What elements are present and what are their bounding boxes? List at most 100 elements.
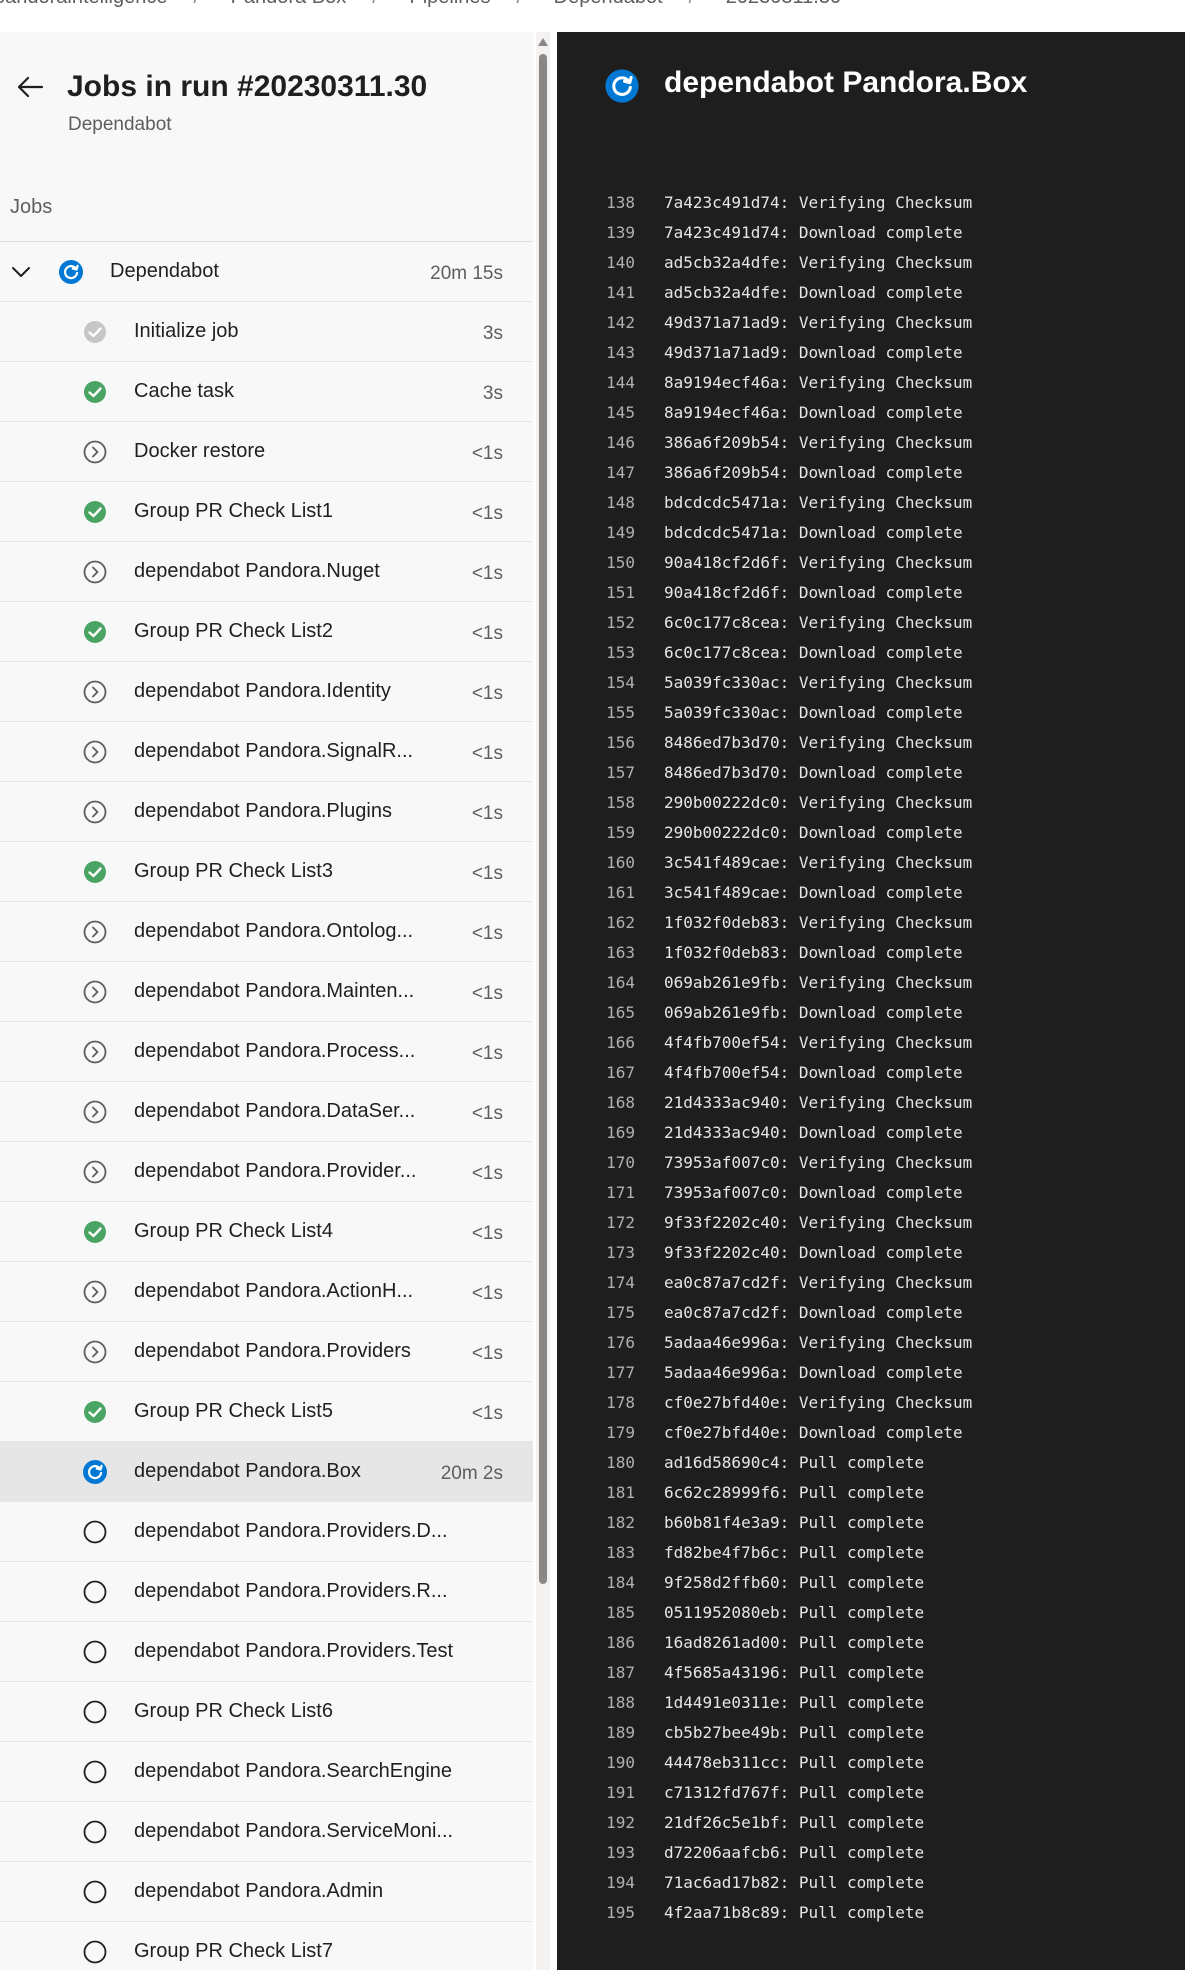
log-line-number: 169 <box>606 1123 635 1142</box>
chevron-down-icon[interactable] <box>10 261 32 283</box>
log-line-number: 151 <box>606 583 635 602</box>
job-row[interactable]: dependabot Pandora.Process... <1s <box>0 1022 533 1082</box>
log-line-number: 185 <box>606 1603 635 1622</box>
log-line: 139 7a423c491d74: Download complete <box>557 218 1185 248</box>
job-row[interactable]: Group PR Check List3 <1s <box>0 842 533 902</box>
job-row[interactable]: Initialize job 3s <box>0 302 533 362</box>
log-line: 143 49d371a71ad9: Download complete <box>557 338 1185 368</box>
job-name: Initialize job <box>134 320 239 342</box>
stage-row[interactable]: Dependabot 20m 15s <box>0 242 533 302</box>
log-line-text: 21df26c5e1bf: Pull complete <box>664 1813 925 1832</box>
chevron-circle-icon <box>82 979 108 1005</box>
log-line: 182 b60b81f4e3a9: Pull complete <box>557 1508 1185 1538</box>
log-line: 150 90a418cf2d6f: Verifying Checksum <box>557 548 1185 578</box>
job-row[interactable]: Group PR Check List4 <1s <box>0 1202 533 1262</box>
log-line-text: 0511952080eb: Pull complete <box>664 1603 925 1622</box>
log-line-number: 171 <box>606 1183 635 1202</box>
jobs-section-label: Jobs <box>10 196 53 218</box>
log-line: 158 290b00222dc0: Verifying Checksum <box>557 788 1185 818</box>
job-row[interactable]: dependabot Pandora.Providers.R... <box>0 1562 533 1622</box>
breadcrumb-item[interactable]: pandoraintelligence <box>0 0 167 8</box>
log-line-number: 149 <box>606 523 635 542</box>
log-line: 144 8a9194ecf46a: Verifying Checksum <box>557 368 1185 398</box>
running-circle-icon <box>604 68 640 104</box>
job-duration: <1s <box>471 803 503 824</box>
log-line: 183 fd82be4f7b6c: Pull complete <box>557 1538 1185 1568</box>
breadcrumb-item[interactable]: Pandora Box <box>231 0 347 8</box>
log-line-text: 9f258d2ffb60: Pull complete <box>664 1573 925 1592</box>
job-row[interactable]: dependabot Pandora.Nuget <1s <box>0 542 533 602</box>
log-line-number: 182 <box>606 1513 635 1532</box>
job-row[interactable]: dependabot Pandora.SearchEngine <box>0 1742 533 1802</box>
log-line-number: 193 <box>606 1843 635 1862</box>
log-line-text: 4f4fb700ef54: Verifying Checksum <box>664 1033 973 1052</box>
job-row[interactable]: dependabot Pandora.Identity <1s <box>0 662 533 722</box>
log-line-text: 4f4fb700ef54: Download complete <box>664 1063 963 1082</box>
job-row[interactable]: dependabot Pandora.DataSer... <1s <box>0 1082 533 1142</box>
log-line-number: 180 <box>606 1453 635 1472</box>
log-line-text: fd82be4f7b6c: Pull complete <box>664 1543 925 1562</box>
job-row[interactable]: dependabot Pandora.SignalR... <1s <box>0 722 533 782</box>
log-line-text: 1d4491e0311e: Pull complete <box>664 1693 925 1712</box>
job-name: dependabot Pandora.Providers.R... <box>134 1580 448 1602</box>
job-row[interactable]: dependabot Pandora.Mainten... <1s <box>0 962 533 1022</box>
job-row[interactable]: dependabot Pandora.Admin <box>0 1862 533 1922</box>
job-row[interactable]: dependabot Pandora.ServiceMoni... <box>0 1802 533 1862</box>
log-line-text: ea0c87a7cd2f: Download complete <box>664 1303 963 1322</box>
job-row[interactable]: Group PR Check List1 <1s <box>0 482 533 542</box>
check-circle-icon <box>82 1399 108 1425</box>
job-name: dependabot Pandora.Identity <box>134 680 391 702</box>
log-line-number: 138 <box>606 193 635 212</box>
log-line: 164 069ab261e9fb: Verifying Checksum <box>557 968 1185 998</box>
breadcrumb-item[interactable]: 20230311.30 <box>726 0 841 8</box>
job-row[interactable]: Group PR Check List5 <1s <box>0 1382 533 1442</box>
log-line-number: 179 <box>606 1423 635 1442</box>
log-output[interactable]: 138 7a423c491d74: Verifying Checksum 139 7a… <box>557 188 1185 1928</box>
log-line: 161 3c541f489cae: Download complete <box>557 878 1185 908</box>
log-line: 190 44478eb311cc: Pull complete <box>557 1748 1185 1778</box>
log-line-text: 21d4333ac940: Download complete <box>664 1123 963 1142</box>
job-row[interactable]: dependabot Pandora.Providers.D... <box>0 1502 533 1562</box>
job-row[interactable]: dependabot Pandora.Providers.Test <box>0 1622 533 1682</box>
log-line-text: 6c0c177c8cea: Verifying Checksum <box>664 613 973 632</box>
empty-circle-icon <box>82 1939 108 1965</box>
chevron-circle-icon <box>82 799 108 825</box>
job-row[interactable]: dependabot Pandora.ActionH... <1s <box>0 1262 533 1322</box>
log-line-text: c71312fd767f: Pull complete <box>664 1783 925 1802</box>
log-line: 142 49d371a71ad9: Verifying Checksum <box>557 308 1185 338</box>
log-line: 157 8486ed7b3d70: Download complete <box>557 758 1185 788</box>
job-row[interactable]: dependabot Pandora.Provider... <1s <box>0 1142 533 1202</box>
log-line-text: 290b00222dc0: Verifying Checksum <box>664 793 973 812</box>
breadcrumb-item[interactable]: Dependabot <box>554 0 663 8</box>
log-line-text: cf0e27bfd40e: Download complete <box>664 1423 963 1442</box>
job-row[interactable]: dependabot Pandora.Box 20m 2s <box>0 1442 533 1502</box>
job-row[interactable]: dependabot Pandora.Providers <1s <box>0 1322 533 1382</box>
job-row[interactable]: Group PR Check List2 <1s <box>0 602 533 662</box>
job-row[interactable]: Group PR Check List6 <box>0 1682 533 1742</box>
breadcrumb-item[interactable]: Pipelines <box>409 0 490 8</box>
job-row[interactable]: dependabot Pandora.Ontolog... <1s <box>0 902 533 962</box>
scrollbar-thumb[interactable] <box>539 54 547 1584</box>
check-circle-icon <box>82 1219 108 1245</box>
log-line-number: 145 <box>606 403 635 422</box>
scroll-up-arrow-icon[interactable] <box>538 38 548 46</box>
job-row[interactable]: Docker restore <1s <box>0 422 533 482</box>
chevron-circle-icon <box>82 679 108 705</box>
job-duration: <1s <box>471 1103 503 1124</box>
log-line-text: ad5cb32a4dfe: Download complete <box>664 283 963 302</box>
jobs-scrollbar[interactable] <box>536 32 550 1970</box>
job-name: Group PR Check List3 <box>134 860 333 882</box>
pipeline-name: Dependabot <box>68 114 172 135</box>
job-row[interactable]: Cache task 3s <box>0 362 533 422</box>
job-duration: <1s <box>471 683 503 704</box>
log-line: 173 9f33f2202c40: Download complete <box>557 1238 1185 1268</box>
log-line-text: 6c62c28999f6: Pull complete <box>664 1483 925 1502</box>
job-duration: 3s <box>482 323 503 344</box>
job-row[interactable]: dependabot Pandora.Plugins <1s <box>0 782 533 842</box>
job-duration: <1s <box>471 1223 503 1244</box>
log-line: 146 386a6f209b54: Verifying Checksum <box>557 428 1185 458</box>
arrow-left-icon[interactable] <box>15 72 45 102</box>
job-row[interactable]: Group PR Check List7 <box>0 1922 533 1970</box>
breadcrumb: pandoraintelligence / Pandora Box / Pipeli… <box>0 0 1185 32</box>
job-name: dependabot Pandora.Mainten... <box>134 980 415 1002</box>
